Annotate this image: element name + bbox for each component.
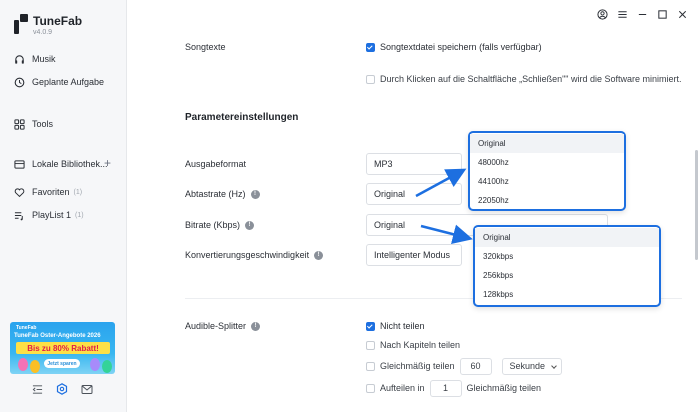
mail-icon[interactable]: [81, 383, 93, 395]
sidebar-item-label: Musik: [32, 54, 56, 64]
sidebar-item-label: Tools: [32, 119, 54, 129]
annotation-arrows: [415, 168, 473, 244]
sidebar-item-label: Lokale Bibliothek...: [32, 159, 108, 169]
sidebar-item-musik[interactable]: Musik: [14, 52, 56, 66]
sidebar-item-lokale-bibliothek[interactable]: Lokale Bibliothek...: [14, 157, 108, 171]
banner-discount: Bis zu 80% Rabatt!: [16, 342, 110, 354]
heart-icon: [14, 187, 25, 198]
easter-egg-icon: [90, 358, 100, 371]
settings-panel: Songtexte Songtextdatei speichern (falls…: [128, 0, 700, 412]
sidebar-item-label: PlayList 1: [32, 210, 72, 220]
scrollbar[interactable]: [695, 150, 698, 260]
easter-egg-icon: [30, 360, 40, 373]
grid-icon: [14, 118, 25, 130]
sidebar-item-label: Geplante Aufgabe: [32, 77, 105, 87]
sidebar-bottom-toolbar: [31, 383, 93, 395]
collapse-sidebar-icon[interactable]: [31, 383, 43, 395]
sidebar-item-count: (1): [75, 211, 84, 219]
tunefab-logo-icon: [14, 14, 28, 34]
sidebar-item-label: Favoriten: [32, 187, 70, 197]
easter-egg-icon: [18, 358, 28, 371]
promo-banner[interactable]: TuneFab TuneFab Oster-Angebote 2026 Bis …: [10, 322, 115, 374]
banner-cta-button[interactable]: Jetzt sparen: [44, 359, 80, 368]
sidebar-item-playlist-1[interactable]: PlayList 1 (1): [14, 208, 84, 222]
folder-icon: [14, 159, 25, 170]
sidebar-item-favoriten[interactable]: Favoriten (1): [14, 185, 82, 199]
sidebar-item-tools[interactable]: Tools: [14, 117, 53, 131]
app-logo: TuneFab v4.0.9: [14, 14, 82, 36]
settings-gear-icon[interactable]: [56, 383, 68, 395]
add-library-icon[interactable]: +: [104, 157, 111, 169]
arrow-to-bitrate: [420, 224, 473, 244]
banner-headline: TuneFab Oster-Angebote 2026: [14, 333, 101, 339]
sidebar: TuneFab v4.0.9 Musik Geplante Aufgabe To…: [0, 0, 127, 412]
sidebar-item-geplante-aufgabe[interactable]: Geplante Aufgabe: [14, 75, 104, 89]
arrow-to-sample-rate: [415, 168, 467, 198]
playlist-icon: [14, 210, 25, 221]
banner-brand: TuneFab: [16, 325, 37, 331]
easter-egg-icon: [102, 360, 112, 373]
headphones-icon: [14, 54, 25, 65]
app-name: TuneFab: [33, 14, 83, 28]
app-version: v4.0.9: [33, 29, 53, 36]
sidebar-item-count: (1): [73, 188, 83, 196]
clock-icon: [14, 77, 25, 88]
